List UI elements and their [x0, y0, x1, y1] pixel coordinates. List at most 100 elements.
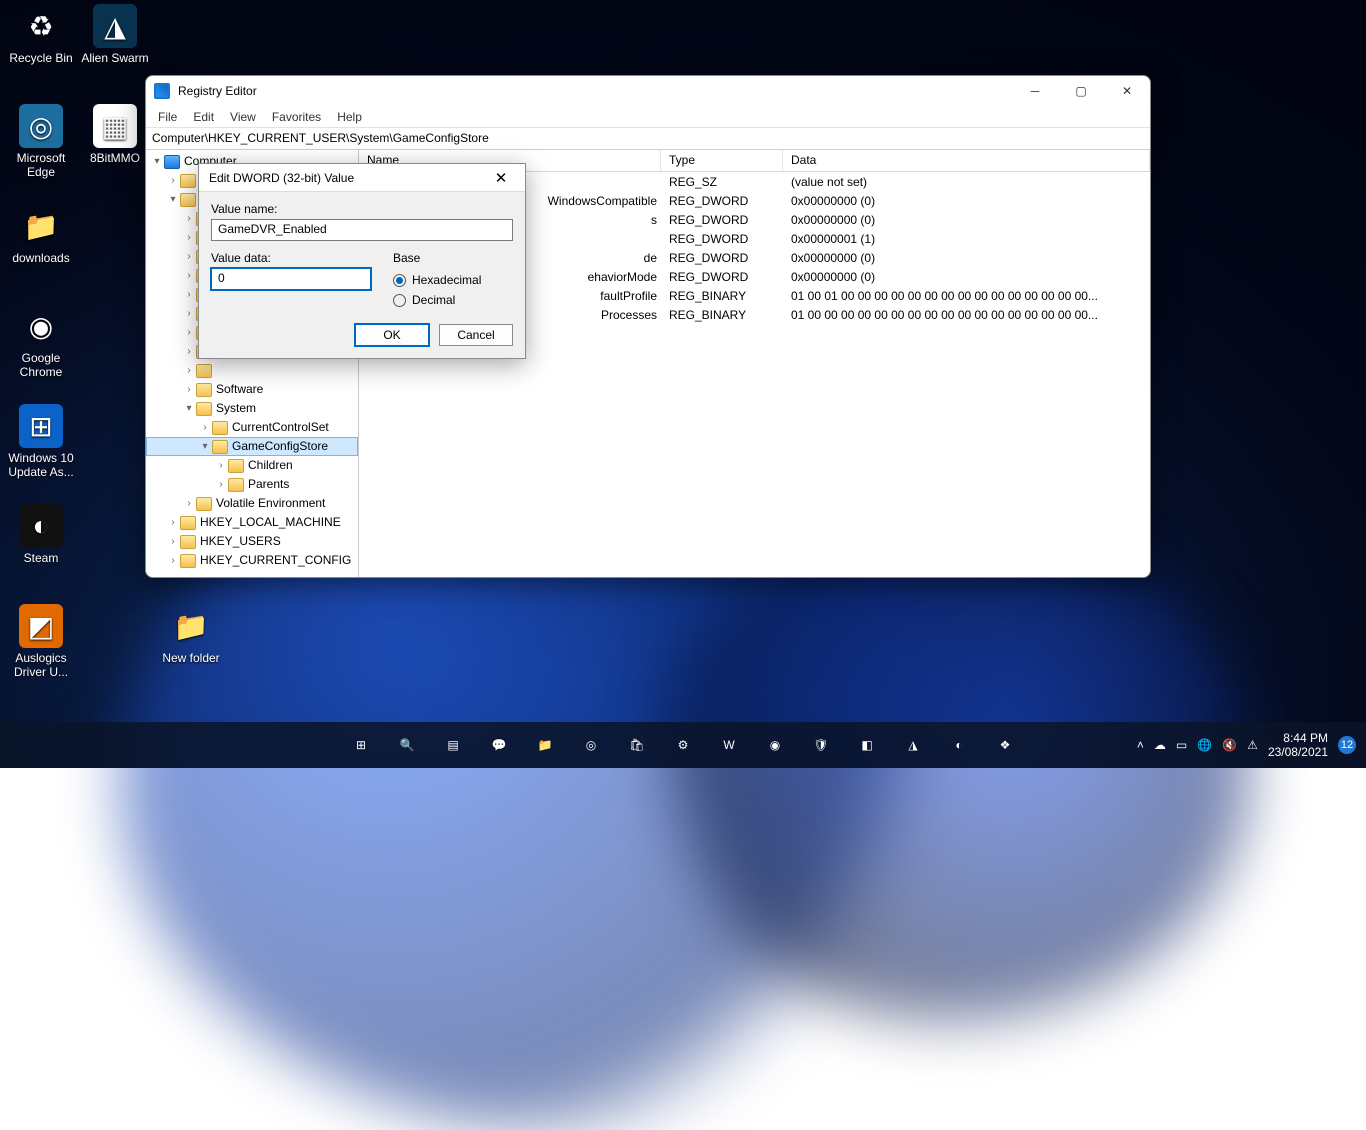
menu-view[interactable]: View	[224, 108, 262, 126]
minimize-button[interactable]: ─	[1012, 76, 1058, 106]
expand-icon[interactable]: ›	[166, 171, 180, 190]
close-button[interactable]: ✕	[1104, 76, 1150, 106]
taskbar-security-button[interactable]: 🛡	[801, 725, 841, 765]
taskbar-steam-button[interactable]: ◐	[939, 725, 979, 765]
expand-icon[interactable]: ›	[214, 475, 228, 494]
desktop-icon-microsoft-edge[interactable]: ◎Microsoft Edge	[4, 104, 78, 179]
tree-node-currentcontrolset[interactable]: ›CurrentControlSet	[146, 418, 358, 437]
expand-icon[interactable]: ›	[182, 228, 196, 247]
expand-icon[interactable]: ›	[182, 285, 196, 304]
menubar[interactable]: FileEditViewFavoritesHelp	[146, 106, 1150, 128]
taskbar-app-button[interactable]: ❖	[985, 725, 1025, 765]
taskbar-chrome-button[interactable]: ◉	[755, 725, 795, 765]
volume-icon[interactable]: 🔇	[1222, 738, 1237, 752]
address-bar[interactable]: Computer\HKEY_CURRENT_USER\System\GameCo…	[146, 128, 1150, 150]
system-tray[interactable]: ˄ ☁ ▭ 🌐 🔇 ⚠ 8:44 PM 23/08/2021 12	[1137, 731, 1366, 759]
edit-dword-dialog[interactable]: Edit DWORD (32-bit) Value ✕ Value name: …	[198, 163, 526, 359]
clock[interactable]: 8:44 PM 23/08/2021	[1268, 731, 1328, 759]
desktop-icon-8bitmmo[interactable]: ▦8BitMMO	[78, 104, 152, 165]
tree-node-system[interactable]: ▾System	[146, 399, 358, 418]
taskbar-start-button[interactable]: ⊞	[341, 725, 381, 765]
dialog-close-button[interactable]: ✕	[481, 165, 521, 191]
desktop-icon-new-folder[interactable]: 📁New folder	[154, 604, 228, 665]
tree-node-hkey-current-config[interactable]: ›HKEY_CURRENT_CONFIG	[146, 551, 358, 570]
battery-icon[interactable]: ▭	[1176, 738, 1187, 752]
expand-icon[interactable]: ›	[166, 513, 180, 532]
radio-decimal[interactable]: Decimal	[393, 290, 513, 310]
expand-icon[interactable]: ›	[198, 418, 212, 437]
expand-icon[interactable]: ›	[182, 361, 196, 380]
cell-type: REG_DWORD	[661, 250, 783, 266]
radio-hexadecimal[interactable]: Hexadecimal	[393, 270, 513, 290]
expand-icon[interactable]: ›	[214, 456, 228, 475]
expand-icon[interactable]: ›	[182, 266, 196, 285]
taskbar[interactable]: ⊞🔍▤💬📁◎🛍⚙W ◉ 🛡◧◮◐❖ ˄ ☁ ▭ 🌐 🔇 ⚠ 8:44 PM 23/0…	[0, 722, 1366, 768]
folder-icon	[196, 402, 212, 416]
tree-node-children[interactable]: ›Children	[146, 456, 358, 475]
expand-icon[interactable]: ›	[182, 380, 196, 399]
tree-node-hkey-users[interactable]: ›HKEY_USERS	[146, 532, 358, 551]
folder-icon	[180, 535, 196, 549]
dialog-title: Edit DWORD (32-bit) Value	[209, 171, 354, 185]
dialog-titlebar[interactable]: Edit DWORD (32-bit) Value ✕	[199, 164, 525, 192]
expand-icon[interactable]: ▾	[166, 190, 180, 209]
desktop-icon-downloads[interactable]: 📁downloads	[4, 204, 78, 265]
desktop-icon-auslogics-driver-u-[interactable]: ◩Auslogics Driver U...	[4, 604, 78, 679]
expand-icon[interactable]: ›	[182, 323, 196, 342]
taskbar-word-button[interactable]: W	[709, 725, 749, 765]
desktop-icon-recycle-bin[interactable]: ♻Recycle Bin	[4, 4, 78, 65]
taskbar-explorer-button[interactable]: 📁	[525, 725, 565, 765]
chrome-icon: ◉	[770, 738, 780, 752]
desktop-icon-alien-swarm[interactable]: ◮Alien Swarm	[78, 4, 152, 65]
menu-favorites[interactable]: Favorites	[266, 108, 327, 126]
taskbar-taskview-button[interactable]: ▤	[433, 725, 473, 765]
expand-icon[interactable]: ›	[166, 551, 180, 570]
menu-file[interactable]: File	[152, 108, 183, 126]
tree-node-volatile-environment[interactable]: ›Volatile Environment	[146, 494, 358, 513]
ok-button[interactable]: OK	[355, 324, 429, 346]
taskbar-brave-button[interactable]: ◧	[847, 725, 887, 765]
onedrive-icon[interactable]: ☁	[1154, 738, 1166, 752]
expand-icon[interactable]: ▾	[198, 437, 212, 456]
folder-icon	[196, 383, 212, 397]
expand-icon[interactable]: ▾	[150, 152, 164, 171]
cell-data: (value not set)	[783, 174, 1150, 190]
taskbar-search-button[interactable]: 🔍	[387, 725, 427, 765]
cell-data: 0x00000000 (0)	[783, 250, 1150, 266]
desktop-icon-steam[interactable]: ◐Steam	[4, 504, 78, 565]
language-icon[interactable]: 🌐	[1197, 738, 1212, 752]
menu-edit[interactable]: Edit	[187, 108, 220, 126]
tray-chevron-icon[interactable]: ˄	[1137, 738, 1144, 752]
desktop-icon-windows-10-update-as-[interactable]: ⊞Windows 10 Update As...	[4, 404, 78, 479]
expand-icon[interactable]: ▾	[182, 399, 196, 418]
taskbar-settings-button[interactable]: ⚙	[663, 725, 703, 765]
cancel-button[interactable]: Cancel	[439, 324, 513, 346]
expand-icon[interactable]: ›	[182, 247, 196, 266]
tree-node-parents[interactable]: ›Parents	[146, 475, 358, 494]
menu-help[interactable]: Help	[331, 108, 368, 126]
column-data[interactable]: Data	[783, 150, 1150, 171]
tree-node-hkey-local-machine[interactable]: ›HKEY_LOCAL_MACHINE	[146, 513, 358, 532]
tree-node[interactable]: ›	[146, 361, 358, 380]
maximize-button[interactable]: ▢	[1058, 76, 1104, 106]
desktop[interactable]: ♻Recycle Bin◮Alien Swarm◎Microsoft Edge▦…	[0, 0, 1366, 768]
desktop-icon-google-chrome[interactable]: ◉Google Chrome	[4, 304, 78, 379]
wifi-icon[interactable]: ⚠	[1247, 738, 1258, 752]
titlebar[interactable]: Registry Editor ─ ▢ ✕	[146, 76, 1150, 106]
taskbar-edge-button[interactable]: ◎	[571, 725, 611, 765]
taskbar-alien-button[interactable]: ◮	[893, 725, 933, 765]
tree-node-software[interactable]: ›Software	[146, 380, 358, 399]
expand-icon[interactable]: ›	[182, 494, 196, 513]
notification-badge[interactable]: 12	[1338, 736, 1356, 754]
taskbar-store-button[interactable]: 🛍	[617, 725, 657, 765]
column-type[interactable]: Type	[661, 150, 783, 171]
icon-label: 8BitMMO	[78, 151, 152, 165]
expand-icon[interactable]: ›	[182, 304, 196, 323]
expand-icon[interactable]: ›	[182, 209, 196, 228]
taskbar-chat-button[interactable]: 💬	[479, 725, 519, 765]
expand-icon[interactable]: ›	[166, 532, 180, 551]
value-data-input[interactable]: 0	[211, 268, 371, 290]
tree-node-gameconfigstore[interactable]: ▾GameConfigStore	[146, 437, 358, 456]
expand-icon[interactable]: ›	[182, 342, 196, 361]
app-icon: ◎	[19, 104, 63, 148]
